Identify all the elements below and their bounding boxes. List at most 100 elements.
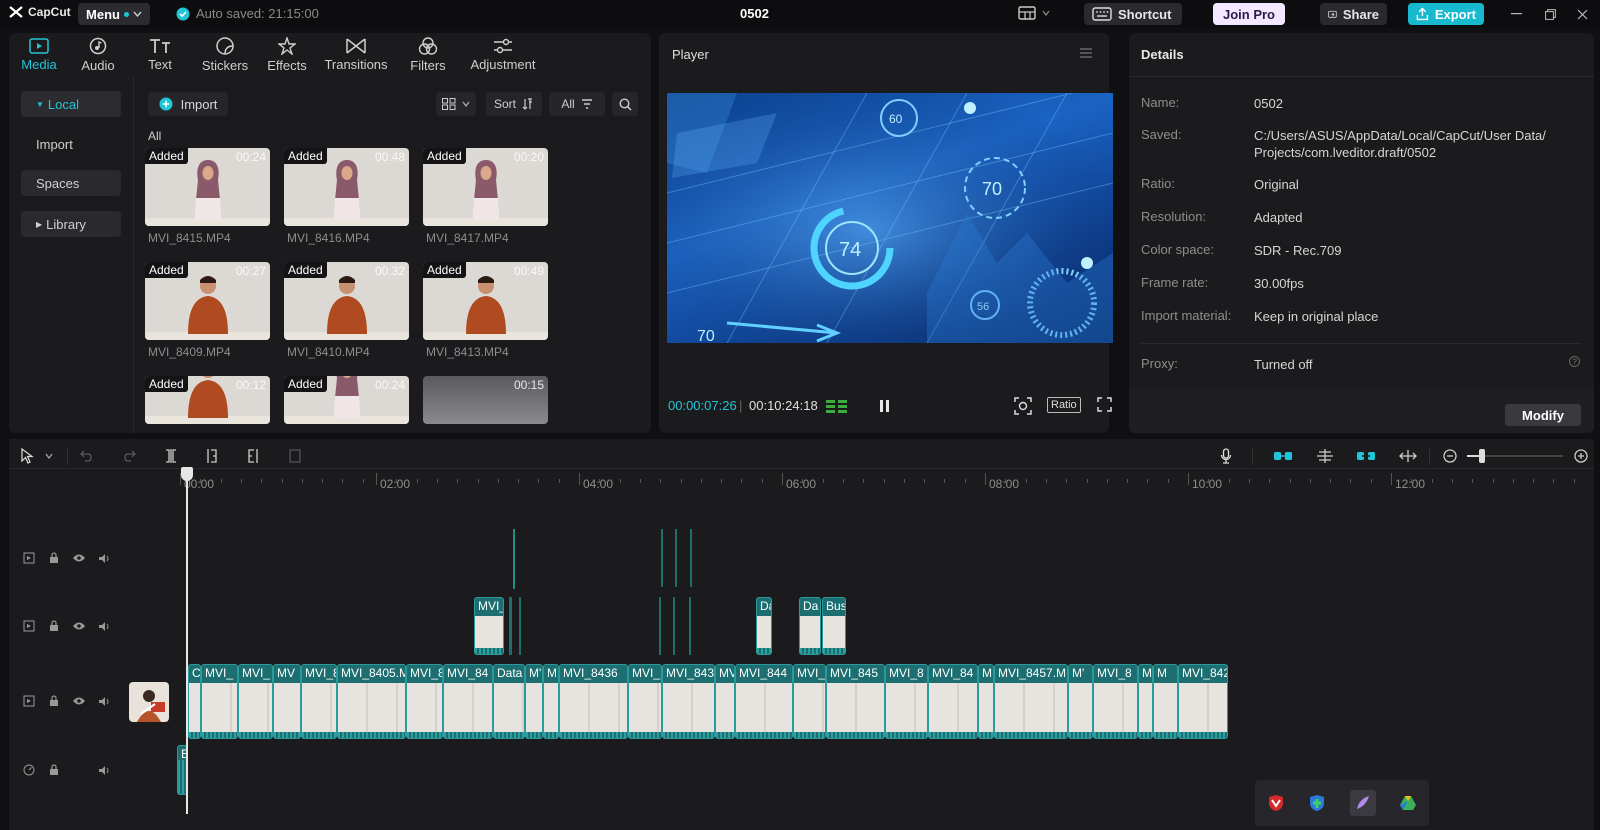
tab-stickers[interactable]: Stickers [193, 33, 257, 77]
zoom-in-button[interactable] [1571, 446, 1591, 466]
speaker-icon[interactable] [97, 551, 111, 565]
playhead-handle[interactable] [181, 467, 193, 481]
main-clip[interactable]: MVI_8 [1093, 664, 1138, 739]
auto-snap-button[interactable] [1315, 446, 1335, 466]
help-icon[interactable]: ? [1569, 356, 1580, 367]
lock-icon[interactable] [47, 619, 61, 633]
main-clip[interactable]: M [543, 664, 559, 739]
tab-text[interactable]: Text [131, 33, 189, 77]
screenshot-button[interactable] [1014, 397, 1032, 415]
preview-axis-button[interactable] [1398, 446, 1418, 466]
tab-effects[interactable]: Effects [261, 33, 313, 77]
main-clip[interactable]: M [978, 664, 994, 739]
record-audio-button[interactable] [1216, 446, 1236, 466]
view-mode-button[interactable] [436, 92, 476, 116]
main-clip[interactable]: MVI_8405.M [337, 664, 406, 739]
sidebar-item-local[interactable]: ▼ Local [21, 91, 121, 117]
media-thumbnail[interactable]: Added 00:32 [284, 262, 409, 340]
main-clip[interactable]: MVI_8457.M [994, 664, 1068, 739]
tab-filters[interactable]: Filters [399, 33, 457, 77]
playhead-line[interactable] [186, 469, 188, 814]
select-tool-button[interactable] [17, 446, 37, 466]
split-button[interactable] [161, 446, 181, 466]
redo-button[interactable] [119, 446, 139, 466]
main-clip[interactable]: MVI_8436 [559, 664, 628, 739]
speaker-icon[interactable] [97, 763, 111, 777]
media-thumbnail[interactable]: Added 00:24 [284, 376, 409, 424]
eye-icon[interactable] [72, 619, 86, 633]
shield-icon[interactable] [1308, 794, 1326, 812]
shortcut-button[interactable]: Shortcut [1084, 3, 1182, 25]
search-button[interactable] [612, 92, 638, 116]
tab-audio[interactable]: Audio [69, 33, 127, 77]
main-clip[interactable]: MVI_ [628, 664, 662, 739]
overlay-clip[interactable]: Da [799, 597, 821, 655]
main-clip[interactable]: M [1138, 664, 1153, 739]
menu-button[interactable]: Menu [78, 3, 150, 25]
export-button[interactable]: Export [1408, 3, 1484, 25]
main-clip[interactable]: MVI_8 [885, 664, 928, 739]
minimize-button[interactable] [1506, 4, 1526, 24]
main-clip[interactable]: Data [493, 664, 525, 739]
sort-button[interactable]: Sort [486, 92, 542, 116]
eye-icon[interactable] [72, 551, 86, 565]
google-drive-icon[interactable] [1399, 795, 1417, 811]
main-clip[interactable]: MVI_843 [662, 664, 715, 739]
main-clip[interactable]: M' [1068, 664, 1093, 739]
mcafee-icon[interactable] [1267, 794, 1285, 812]
track-cover-icon[interactable] [22, 551, 36, 565]
undo-button[interactable] [77, 446, 97, 466]
main-clip[interactable]: M' [525, 664, 543, 739]
media-thumbnail[interactable]: Added 00:48 [284, 148, 409, 226]
delete-left-button[interactable] [202, 446, 222, 466]
main-clip[interactable]: MV [715, 664, 735, 739]
main-clip[interactable]: MVI_ [238, 664, 273, 739]
sidebar-item-import[interactable]: Import [21, 131, 121, 157]
modify-button[interactable]: Modify [1505, 404, 1581, 426]
media-thumbnail[interactable]: Added 00:24 [145, 148, 270, 226]
player-menu-button[interactable] [1079, 47, 1093, 59]
media-thumbnail[interactable]: Added 00:49 [423, 262, 548, 340]
main-clip[interactable]: MVI_842 [1178, 664, 1228, 739]
close-button[interactable] [1572, 4, 1592, 24]
speaker-icon[interactable] [97, 694, 111, 708]
fullscreen-button[interactable] [1097, 397, 1112, 412]
select-tool-menu[interactable] [39, 446, 59, 466]
track-cover-icon[interactable] [22, 694, 36, 708]
zoom-slider[interactable] [1467, 449, 1563, 463]
main-clip[interactable]: C [188, 664, 201, 739]
main-track-magnet-button[interactable] [1273, 446, 1293, 466]
lock-icon[interactable] [47, 551, 61, 565]
tab-adjustment[interactable]: Adjustment [461, 33, 545, 77]
overlay-clip[interactable]: Bus [822, 597, 846, 655]
main-clip[interactable]: MVI_8 [301, 664, 337, 739]
feather-icon[interactable] [1349, 790, 1376, 816]
sidebar-item-spaces[interactable]: Spaces [21, 170, 121, 196]
linkage-button[interactable] [1356, 446, 1376, 466]
import-button[interactable]: Import [148, 92, 228, 116]
main-clip[interactable]: MVI_8 [406, 664, 443, 739]
speaker-icon[interactable] [97, 619, 111, 633]
tab-transitions[interactable]: Transitions [317, 33, 395, 77]
delete-button[interactable] [285, 446, 305, 466]
media-thumbnail[interactable]: 00:15 [423, 376, 548, 424]
layout-switcher[interactable] [1018, 6, 1050, 20]
main-clip[interactable]: MV [273, 664, 301, 739]
overlay-clip[interactable]: Da [756, 597, 772, 655]
zoom-out-button[interactable] [1440, 446, 1460, 466]
join-pro-button[interactable]: Join Pro [1213, 3, 1285, 25]
lock-icon[interactable] [47, 694, 61, 708]
speed-icon[interactable] [22, 763, 36, 777]
main-clip[interactable]: MVI_84 [443, 664, 493, 739]
cover-thumbnail[interactable] [129, 682, 169, 722]
pause-button[interactable] [879, 399, 891, 413]
delete-right-button[interactable] [243, 446, 263, 466]
main-clip[interactable]: MVI_ [201, 664, 238, 739]
main-clip[interactable]: M [1153, 664, 1178, 739]
sidebar-item-library[interactable]: ▶ Library [21, 211, 121, 237]
zoom-slider-handle[interactable] [1479, 449, 1485, 463]
main-clip[interactable]: MVI_844 [735, 664, 793, 739]
eye-icon[interactable] [72, 694, 86, 708]
lock-icon[interactable] [47, 763, 61, 777]
main-clip[interactable]: MVI_ [793, 664, 826, 739]
